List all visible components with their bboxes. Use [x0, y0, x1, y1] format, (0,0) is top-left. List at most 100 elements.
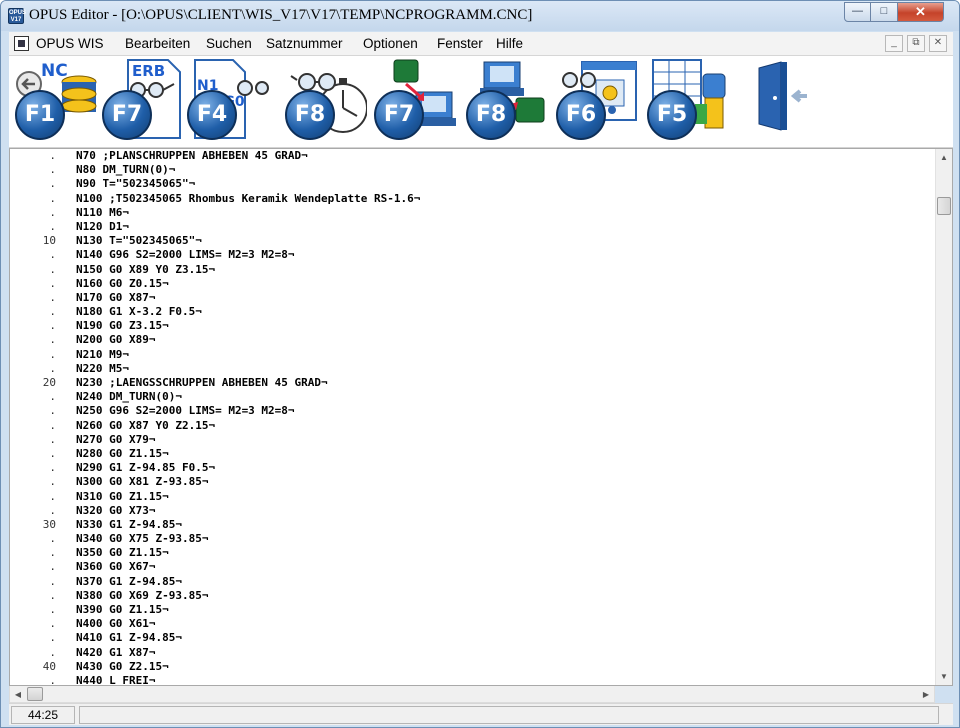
- code-line[interactable]: N160 G0 Z0.15¬: [76, 277, 934, 291]
- cursor-position: 44:25: [11, 706, 75, 724]
- toolbar-button-nc[interactable]: NC F1: [13, 58, 97, 144]
- code-line[interactable]: N70 ;PLANSCHRUPPEN ABHEBEN 45 GRAD¬: [76, 149, 934, 163]
- code-line[interactable]: N440 L FREI¬: [76, 674, 934, 685]
- code-line[interactable]: N90 T="502345065"¬: [76, 177, 934, 191]
- line-number: .: [49, 546, 56, 560]
- line-number: .: [49, 617, 56, 631]
- f7-transfer-key-badge: F7: [374, 90, 424, 140]
- vertical-scroll-thumb[interactable]: [937, 197, 951, 215]
- nc-program-text[interactable]: N70 ;PLANSCHRUPPEN ABHEBEN 45 GRAD¬ N80 D…: [76, 149, 934, 685]
- code-line[interactable]: N110 M6¬: [76, 206, 934, 220]
- document-window-icon[interactable]: [14, 36, 29, 51]
- code-line[interactable]: N430 G0 Z2.15¬: [76, 660, 934, 674]
- code-line[interactable]: N310 G0 Z1.15¬: [76, 490, 934, 504]
- exit-button[interactable]: [751, 58, 811, 144]
- menu-bearbeiten[interactable]: Bearbeiten: [125, 36, 190, 51]
- line-number: .: [49, 475, 56, 489]
- code-editor[interactable]: ...... 10......... 20......... 30......... 4…: [9, 148, 953, 687]
- mdi-minimize-button[interactable]: _: [885, 35, 903, 52]
- line-number: 20: [42, 376, 56, 389]
- line-number: .: [49, 262, 56, 276]
- opus-app-icon[interactable]: OPUS V17: [8, 8, 26, 24]
- code-line[interactable]: N270 G0 X79¬: [76, 433, 934, 447]
- code-line[interactable]: N190 G0 Z3.15¬: [76, 319, 934, 333]
- f8-key-badge: F8: [285, 90, 335, 140]
- line-number: .: [49, 432, 56, 446]
- toolbar-button-table[interactable]: F5: [645, 58, 729, 144]
- line-number: .: [49, 191, 56, 205]
- toolbar-button-blocks[interactable]: N1 N2 G0 F4: [185, 58, 269, 144]
- close-button[interactable]: ✕: [898, 2, 944, 22]
- menu-suchen[interactable]: Suchen: [206, 36, 252, 51]
- code-line[interactable]: N170 G0 X87¬: [76, 291, 934, 305]
- line-number: .: [49, 319, 56, 333]
- code-line[interactable]: N200 G0 X89¬: [76, 333, 934, 347]
- line-number: .: [49, 603, 56, 616]
- line-number: 30: [42, 517, 56, 531]
- scroll-right-icon[interactable]: ▶: [918, 686, 934, 703]
- code-line[interactable]: N330 G1 Z-94.85¬: [76, 518, 934, 532]
- line-number: .: [49, 404, 56, 418]
- window-title: OPUS Editor - [O:\OPUS\CLIENT\WIS_V17\V1…: [29, 7, 533, 23]
- code-line[interactable]: N180 G1 X-3.2 F0.5¬: [76, 305, 934, 319]
- code-line[interactable]: N220 M5¬: [76, 362, 934, 376]
- code-line[interactable]: N80 DM_TURN(0)¬: [76, 163, 934, 177]
- maximize-button[interactable]: □: [871, 2, 898, 22]
- toolbar-button-receive[interactable]: F7: [372, 58, 456, 144]
- line-number: .: [49, 219, 56, 233]
- menu-optionen[interactable]: Optionen: [363, 36, 418, 51]
- line-number: .: [49, 290, 56, 304]
- toolbar-button-settings[interactable]: F6: [554, 58, 638, 144]
- code-line[interactable]: N320 G0 X73¬: [76, 504, 934, 518]
- code-line[interactable]: N410 G1 Z-94.85¬: [76, 631, 934, 645]
- vertical-scrollbar[interactable]: ▲ ▼: [935, 149, 952, 685]
- mdi-close-button[interactable]: ✕: [929, 35, 947, 52]
- toolbar-button-stopwatch[interactable]: F8: [283, 58, 368, 144]
- scroll-up-icon[interactable]: ▲: [936, 149, 952, 166]
- f8-transfer-key-badge: F8: [466, 90, 516, 140]
- code-line[interactable]: N140 G96 S2=2000 LIMS= M2=3 M2=8¬: [76, 248, 934, 262]
- line-number: .: [49, 461, 56, 475]
- horizontal-scrollbar[interactable]: ◀ ▶: [9, 686, 935, 703]
- line-number: 10: [42, 234, 56, 248]
- code-line[interactable]: N390 G0 Z1.15¬: [76, 603, 934, 617]
- minimize-button[interactable]: —: [844, 2, 871, 22]
- code-line[interactable]: N250 G96 S2=2000 LIMS= M2=3 M2=8¬: [76, 404, 934, 418]
- code-line[interactable]: N100 ;T502345065 Rhombus Keramik Wendepl…: [76, 192, 934, 206]
- line-number: .: [49, 333, 56, 347]
- toolbar-button-erb[interactable]: ERB F7: [100, 58, 184, 144]
- line-number: .: [49, 532, 56, 546]
- menu-satznummer[interactable]: Satznummer: [266, 36, 343, 51]
- scroll-left-icon[interactable]: ◀: [10, 686, 26, 703]
- status-bar: 44:25: [9, 703, 953, 725]
- code-line[interactable]: N340 G0 X75 Z-93.85¬: [76, 532, 934, 546]
- line-number: .: [49, 361, 56, 375]
- code-line[interactable]: N290 G1 Z-94.85 F0.5¬: [76, 461, 934, 475]
- code-line[interactable]: N260 G0 X87 Y0 Z2.15¬: [76, 419, 934, 433]
- scroll-down-icon[interactable]: ▼: [936, 668, 952, 685]
- code-line[interactable]: N350 G0 Z1.15¬: [76, 546, 934, 560]
- code-line[interactable]: N360 G0 X67¬: [76, 560, 934, 574]
- code-line[interactable]: N300 G0 X81 Z-93.85¬: [76, 475, 934, 489]
- line-number: .: [49, 446, 56, 460]
- line-number: .: [49, 631, 56, 645]
- menu-fenster[interactable]: Fenster: [437, 36, 483, 51]
- code-line[interactable]: N370 G1 Z-94.85¬: [76, 575, 934, 589]
- horizontal-scroll-thumb[interactable]: [27, 687, 43, 701]
- mdi-restore-button[interactable]: ⧉: [907, 35, 925, 52]
- code-line[interactable]: N280 G0 Z1.15¬: [76, 447, 934, 461]
- menu-hilfe[interactable]: Hilfe: [496, 36, 523, 51]
- code-line[interactable]: N210 M9¬: [76, 348, 934, 362]
- code-line[interactable]: N120 D1¬: [76, 220, 934, 234]
- toolbar-button-send[interactable]: F8: [464, 58, 548, 144]
- code-line[interactable]: N240 DM_TURN(0)¬: [76, 390, 934, 404]
- line-number: .: [49, 163, 56, 177]
- code-line[interactable]: N130 T="502345065"¬: [76, 234, 934, 248]
- code-line[interactable]: N400 G0 X61¬: [76, 617, 934, 631]
- code-line[interactable]: N380 G0 X69 Z-93.85¬: [76, 589, 934, 603]
- title-bar[interactable]: OPUS V17 OPUS Editor - [O:\OPUS\CLIENT\W…: [1, 1, 959, 31]
- code-line[interactable]: N420 G1 X87¬: [76, 646, 934, 660]
- menu-opus-wis[interactable]: OPUS WIS: [36, 36, 104, 51]
- code-line[interactable]: N230 ;LAENGSSCHRUPPEN ABHEBEN 45 GRAD¬: [76, 376, 934, 390]
- code-line[interactable]: N150 G0 X89 Y0 Z3.15¬: [76, 263, 934, 277]
